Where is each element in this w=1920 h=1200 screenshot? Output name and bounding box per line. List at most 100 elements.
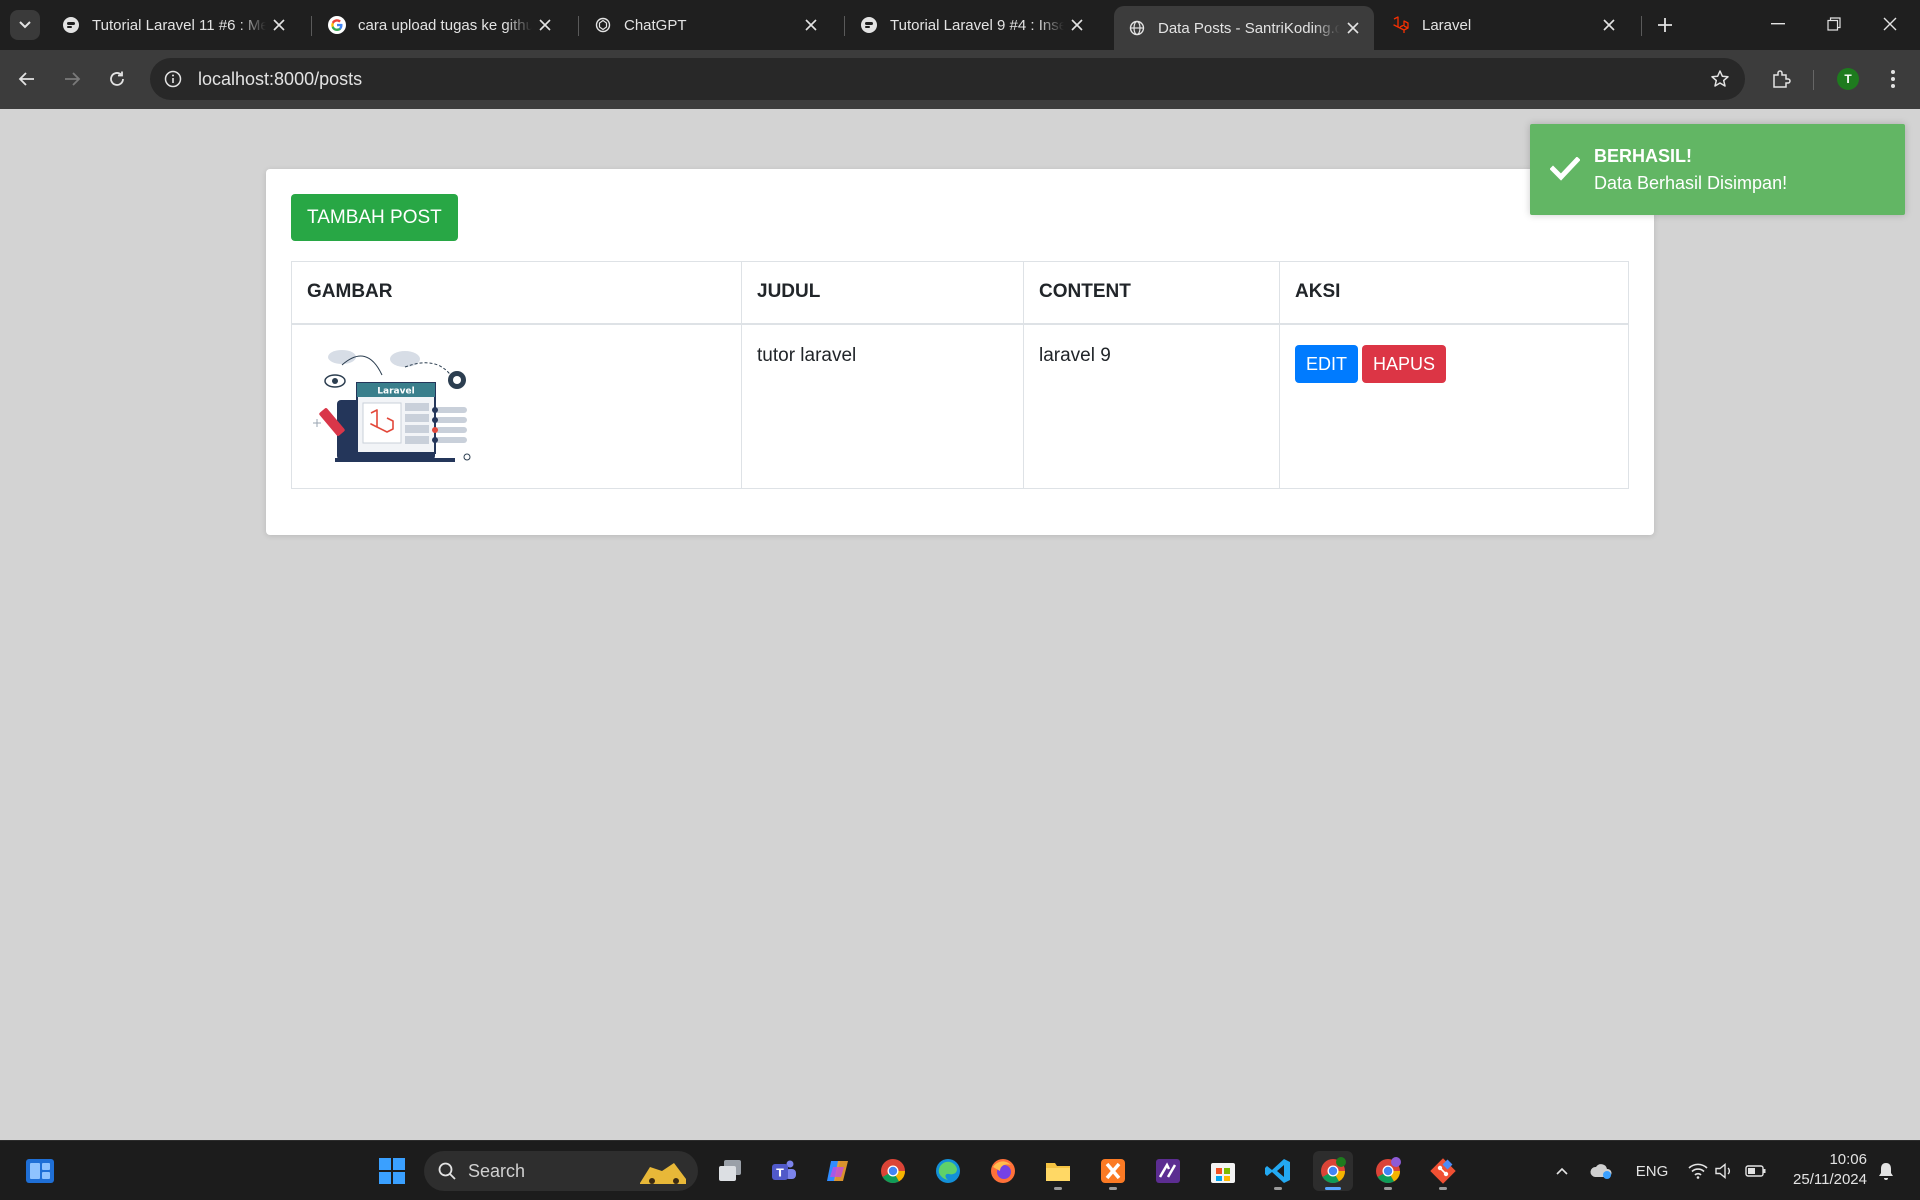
tab-divider [311,16,312,36]
laravel-icon [1392,16,1410,34]
ghost-icon [860,16,878,34]
taskbar-git[interactable] [1423,1151,1463,1191]
onedrive-tray[interactable] [1587,1155,1615,1187]
taskbar-xampp[interactable] [1093,1151,1133,1191]
search-placeholder: Search [468,1160,526,1181]
tab-tutorial-laravel-9[interactable]: Tutorial Laravel 9 #4 : Insert Data [846,6,1098,44]
edge-icon [936,1159,960,1183]
show-hidden-icons-button[interactable] [1550,1155,1574,1187]
widgets-icon [26,1159,54,1183]
taskbar-store[interactable] [1203,1151,1243,1191]
battery-tray[interactable] [1744,1155,1768,1187]
taskbar-file-explorer[interactable] [1038,1151,1078,1191]
store-icon [1211,1163,1235,1183]
globe-icon [1128,19,1146,37]
running-indicator [1054,1187,1062,1190]
checkmark-icon [1548,152,1582,186]
tab-laravel[interactable]: Laravel [1378,6,1630,44]
url-text[interactable]: localhost:8000/posts [198,69,1703,90]
close-window-button[interactable] [1862,0,1918,48]
post-image: Laravel [313,349,471,462]
svg-text:T: T [776,1167,784,1180]
taskbar-chrome[interactable] [873,1151,913,1191]
start-button[interactable] [372,1151,412,1191]
close-icon[interactable] [532,12,558,38]
profile-button[interactable]: T [1831,62,1865,96]
site-info-icon[interactable] [158,64,188,94]
widgets-button[interactable] [24,1155,56,1187]
chrome-icon [881,1159,905,1184]
volume-tray[interactable] [1712,1155,1736,1187]
tab-chatgpt[interactable]: ChatGPT [580,6,832,44]
battery-icon [1745,1165,1766,1177]
toolbar-divider [1813,70,1814,90]
column-header-aksi: AKSI [1279,261,1629,325]
notifications-button[interactable] [1873,1155,1899,1187]
toast-title: BERHASIL! [1594,146,1692,166]
tab-data-posts[interactable]: Data Posts - SantriKoding.com [1114,6,1374,50]
column-header-gambar: GAMBAR [291,261,742,325]
tab-title: cara upload tugas ke github [358,16,532,34]
delete-button[interactable]: HAPUS [1362,344,1447,383]
system-clock[interactable]: 10:06 25/11/2024 [1785,1150,1867,1190]
minimize-button[interactable] [1750,0,1806,48]
restore-button[interactable] [1806,0,1862,48]
reload-icon [110,71,124,86]
forward-button[interactable] [55,62,89,96]
extensions-button[interactable] [1764,62,1798,96]
close-icon[interactable] [1340,15,1366,41]
search-icon [438,1162,456,1180]
add-post-button[interactable]: TAMBAH POST [291,194,458,241]
network-tray[interactable] [1686,1155,1710,1187]
back-button[interactable] [10,62,44,96]
close-icon[interactable] [1064,12,1090,38]
posts-card: TAMBAH POST GAMBAR JUDUL CONTENT AKSI La… [266,169,1654,535]
speaker-icon [1715,1163,1730,1179]
post-image-cell: Laravel [291,323,742,489]
address-bar[interactable]: localhost:8000/posts [150,58,1745,100]
vs-icon [1156,1159,1180,1183]
taskbar-firefox[interactable] [983,1151,1023,1191]
browser-tabstrip: Tutorial Laravel 11 #6 : Menampilkan car… [0,0,1920,50]
tab-title: Laravel [1422,16,1472,34]
cloud-icon [1590,1164,1612,1179]
close-icon[interactable] [266,12,292,38]
taskbar-copilot[interactable] [818,1151,858,1191]
chrome-profile-2-icon [1376,1157,1401,1184]
folder-icon [1046,1163,1070,1181]
tab-divider [844,16,845,36]
tab-google-search[interactable]: cara upload tugas ke github [314,6,566,44]
tab-title: Tutorial Laravel 11 #6 : Menampilkan [92,16,266,34]
ghost-icon [62,16,80,34]
edit-button[interactable]: EDIT [1295,344,1359,383]
posts-table: GAMBAR JUDUL CONTENT AKSI Laravel tutor … [291,261,1629,489]
tab-title: Data Posts - SantriKoding.com [1158,19,1340,37]
close-icon[interactable] [798,12,824,38]
taskbar-task-view[interactable] [710,1151,750,1191]
arrow-right-icon [65,72,81,86]
close-icon[interactable] [1596,12,1622,38]
reload-button[interactable] [100,62,134,96]
running-indicator [1109,1187,1117,1190]
chevron-up-icon [1556,1167,1568,1175]
taskbar-teams[interactable]: T [764,1151,804,1191]
tab-search-button[interactable] [10,10,40,40]
new-tab-button[interactable] [1650,10,1680,40]
restore-icon [1827,17,1841,31]
language-indicator[interactable]: ENG [1632,1155,1672,1187]
bookmark-star-icon[interactable] [1703,62,1737,96]
taskbar-vscode[interactable] [1258,1151,1298,1191]
taskbar-chrome-profile-2[interactable] [1368,1151,1408,1191]
tab-title: ChatGPT [624,16,687,34]
taskbar-chrome-profile-1[interactable] [1313,1151,1353,1191]
taskbar-edge[interactable] [928,1151,968,1191]
windows-taskbar: Search T ENG 10:06 25/11/2024 [0,1140,1920,1200]
firefox-icon [991,1159,1015,1183]
tab-tutorial-laravel-11[interactable]: Tutorial Laravel 11 #6 : Menampilkan [48,6,300,44]
table-row: Laravel tutor laravel laravel 9 EDIT HAP… [291,323,1629,489]
chrome-menu-button[interactable] [1876,62,1910,96]
taskbar-search[interactable]: Search [424,1151,698,1191]
taskbar-visual-studio[interactable] [1148,1151,1188,1191]
success-toast[interactable]: BERHASIL! Data Berhasil Disimpan! [1530,124,1905,215]
windows-logo-icon [379,1158,405,1184]
